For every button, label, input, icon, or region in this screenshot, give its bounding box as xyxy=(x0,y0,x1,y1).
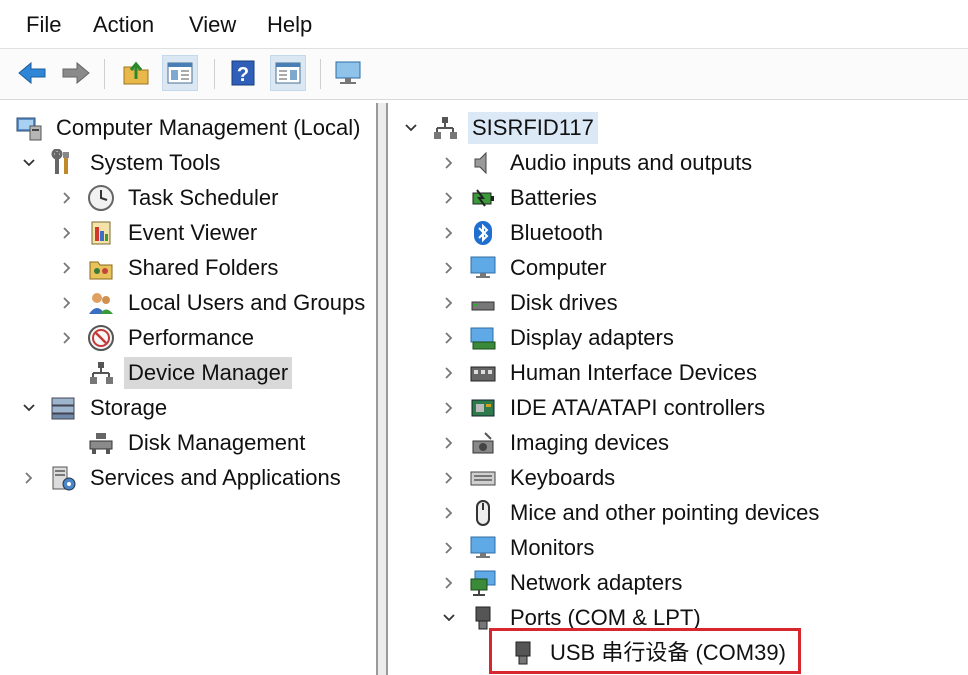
tree-item-computer-management[interactable]: Computer Management (Local) xyxy=(14,111,364,145)
chevron-right-icon[interactable] xyxy=(440,434,458,452)
chevron-right-icon[interactable] xyxy=(440,329,458,347)
ide-controller-icon xyxy=(468,393,498,423)
disk-management-icon xyxy=(86,428,116,458)
back-arrow-icon[interactable] xyxy=(14,55,50,91)
device-category-bluetooth[interactable]: Bluetooth xyxy=(440,216,607,250)
tree-item-services[interactable]: Services and Applications xyxy=(20,461,345,495)
device-category-computer[interactable]: Computer xyxy=(440,251,611,285)
menu-view[interactable]: View xyxy=(189,12,236,38)
tree-item-shared-folders[interactable]: Shared Folders xyxy=(58,251,282,285)
device-category-mice[interactable]: Mice and other pointing devices xyxy=(440,496,823,530)
device-category-keyboards[interactable]: Keyboards xyxy=(440,461,619,495)
menu-file[interactable]: File xyxy=(26,12,61,38)
device-category-network[interactable]: Network adapters xyxy=(440,566,686,600)
menu-help[interactable]: Help xyxy=(267,12,312,38)
device-category-monitors[interactable]: Monitors xyxy=(440,531,598,565)
storage-icon xyxy=(48,393,78,423)
tree-item-disk-management[interactable]: Disk Management xyxy=(58,426,309,460)
device-list: SISRFID117 Audio inputs and outputs Batt… xyxy=(386,103,968,675)
chevron-right-icon[interactable] xyxy=(440,294,458,312)
tree-item-performance[interactable]: Performance xyxy=(58,321,258,355)
tree-item-device-manager[interactable]: Device Manager xyxy=(58,356,293,390)
chevron-right-icon[interactable] xyxy=(58,189,76,207)
monitor-icon xyxy=(468,533,498,563)
console-tree: Computer Management (Local) System Tools… xyxy=(8,103,378,675)
chevron-right-icon[interactable] xyxy=(440,469,458,487)
device-category-disk-drives[interactable]: Disk drives xyxy=(440,286,622,320)
chevron-right-icon[interactable] xyxy=(20,469,38,487)
pane-splitter[interactable] xyxy=(378,103,386,675)
chevron-right-icon[interactable] xyxy=(440,504,458,522)
chevron-right-icon[interactable] xyxy=(58,224,76,242)
chevron-right-icon[interactable] xyxy=(440,539,458,557)
chevron-right-icon[interactable] xyxy=(440,399,458,417)
computer-management-icon xyxy=(14,113,44,143)
help-icon[interactable]: ? xyxy=(225,55,261,91)
properties-pane-icon[interactable] xyxy=(270,55,306,91)
disk-drive-icon xyxy=(468,288,498,318)
tree-item-local-users[interactable]: Local Users and Groups xyxy=(58,286,369,320)
keyboard-icon xyxy=(468,463,498,493)
chevron-right-icon[interactable] xyxy=(440,364,458,382)
tree-item-task-scheduler[interactable]: Task Scheduler xyxy=(58,181,282,215)
chevron-down-icon[interactable] xyxy=(440,609,458,627)
system-tools-icon xyxy=(48,148,78,178)
device-manager-icon xyxy=(86,358,116,388)
computer-root-icon xyxy=(430,113,460,143)
chevron-right-icon[interactable] xyxy=(58,294,76,312)
chevron-down-icon[interactable] xyxy=(402,119,420,137)
chevron-right-icon[interactable] xyxy=(440,574,458,592)
highlight-box xyxy=(489,628,801,674)
chevron-right-icon[interactable] xyxy=(440,189,458,207)
chevron-right-icon[interactable] xyxy=(440,259,458,277)
tree-item-storage[interactable]: Storage xyxy=(20,391,171,425)
menu-action[interactable]: Action xyxy=(93,12,154,38)
battery-icon xyxy=(468,183,498,213)
display-adapter-icon xyxy=(468,323,498,353)
monitor-icon[interactable] xyxy=(330,55,366,91)
device-category-imaging[interactable]: Imaging devices xyxy=(440,426,673,460)
shared-folder-icon xyxy=(86,253,116,283)
chevron-down-icon[interactable] xyxy=(20,154,38,172)
chevron-right-icon[interactable] xyxy=(440,224,458,242)
services-icon xyxy=(48,463,78,493)
up-folder-icon[interactable] xyxy=(118,55,154,91)
event-viewer-icon xyxy=(86,218,116,248)
device-category-audio[interactable]: Audio inputs and outputs xyxy=(440,146,756,180)
tree-item-event-viewer[interactable]: Event Viewer xyxy=(58,216,261,250)
menu-bar: File Action View Help xyxy=(0,0,968,49)
chevron-right-icon[interactable] xyxy=(58,259,76,277)
chevron-right-icon[interactable] xyxy=(58,329,76,347)
tree-item-system-tools[interactable]: System Tools xyxy=(20,146,224,180)
performance-icon xyxy=(86,323,116,353)
users-icon xyxy=(86,288,116,318)
camera-icon xyxy=(468,428,498,458)
speaker-icon xyxy=(468,148,498,178)
chevron-down-icon[interactable] xyxy=(20,399,38,417)
device-category-batteries[interactable]: Batteries xyxy=(440,181,601,215)
device-category-hid[interactable]: Human Interface Devices xyxy=(440,356,761,390)
bluetooth-icon xyxy=(468,218,498,248)
hid-icon xyxy=(468,358,498,388)
forward-arrow-icon[interactable] xyxy=(58,55,94,91)
computer-icon xyxy=(468,253,498,283)
svg-text:?: ? xyxy=(237,64,249,86)
device-category-ide[interactable]: IDE ATA/ATAPI controllers xyxy=(440,391,769,425)
device-root[interactable]: SISRFID117 xyxy=(402,111,598,145)
toolbar: ? xyxy=(0,49,968,100)
clock-icon xyxy=(86,183,116,213)
chevron-right-icon[interactable] xyxy=(440,154,458,172)
mouse-icon xyxy=(468,498,498,528)
network-adapter-icon xyxy=(468,568,498,598)
device-category-display-adapters[interactable]: Display adapters xyxy=(440,321,678,355)
show-hide-tree-icon[interactable] xyxy=(162,55,198,91)
